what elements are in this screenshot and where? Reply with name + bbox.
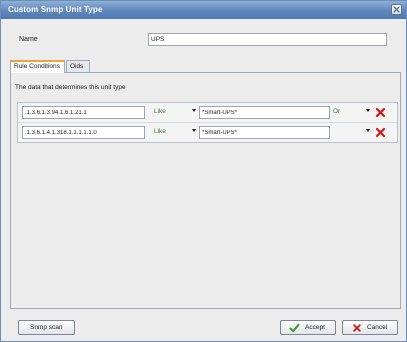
rule-conditions-panel: The data that determines this unit type …: [10, 72, 401, 309]
snmp-scan-label: Snmp scan: [30, 324, 63, 331]
condition-row: Like Or: [18, 103, 397, 123]
chevron-down-icon: [366, 129, 370, 132]
close-button[interactable]: [391, 4, 402, 15]
custom-snmp-unit-type-dialog: Custom Snmp Unit Type Name Rule Conditio…: [0, 0, 407, 342]
conjunction-value: Or: [333, 108, 341, 115]
cancel-button[interactable]: Cancel: [342, 320, 398, 335]
chevron-down-icon: [192, 109, 196, 112]
conjunction-select[interactable]: [330, 126, 372, 139]
pattern-input[interactable]: [199, 126, 330, 139]
close-icon: [393, 6, 400, 13]
condition-row: Like: [18, 123, 397, 142]
oid-input[interactable]: [22, 106, 145, 119]
operator-value: Like: [154, 128, 166, 135]
oid-input[interactable]: [22, 126, 145, 139]
name-label: Name: [19, 36, 38, 43]
tab-rule-conditions[interactable]: Rule Conditions: [10, 60, 65, 73]
tab-oids[interactable]: Oids: [66, 60, 90, 72]
name-input[interactable]: [148, 33, 387, 46]
accept-label: Accept: [305, 324, 325, 331]
checkmark-icon: [289, 323, 300, 333]
accept-button[interactable]: Accept: [280, 320, 336, 335]
operator-select[interactable]: Like: [151, 126, 198, 139]
window-title: Custom Snmp Unit Type: [8, 5, 103, 14]
operator-value: Like: [154, 108, 166, 115]
cancel-label: Cancel: [367, 324, 388, 331]
delete-x-icon[interactable]: [375, 107, 386, 118]
operator-select[interactable]: Like: [151, 106, 198, 119]
chevron-down-icon: [366, 109, 370, 112]
title-bar[interactable]: Custom Snmp Unit Type: [1, 1, 406, 19]
cancel-x-icon: [353, 324, 361, 332]
chevron-down-icon: [192, 129, 196, 132]
rule-conditions-description: The data that determines this unit type: [15, 84, 126, 91]
delete-x-icon[interactable]: [375, 127, 386, 138]
conjunction-select[interactable]: Or: [330, 106, 372, 119]
condition-list: Like Or Like: [17, 102, 398, 143]
snmp-scan-button[interactable]: Snmp scan: [18, 320, 75, 335]
pattern-input[interactable]: [199, 106, 330, 119]
